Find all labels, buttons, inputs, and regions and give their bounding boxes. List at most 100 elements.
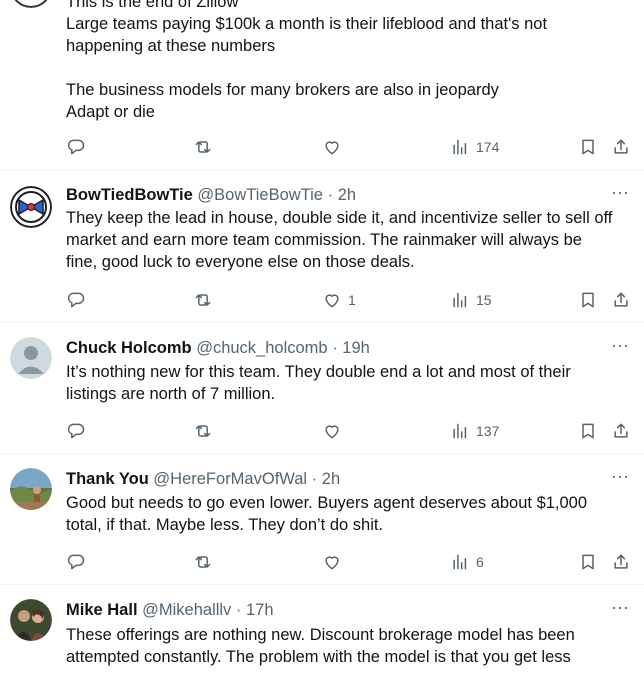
timestamp[interactable]: 19h xyxy=(342,339,370,357)
tweet-text: These offerings are nothing new. Discoun… xyxy=(66,624,631,668)
tweet-text-line: These offerings are nothing new. Discoun… xyxy=(66,626,575,644)
tweet-text-line: total, if that. Maybe less. They don’t d… xyxy=(66,516,384,534)
author-name[interactable]: Mike Hall xyxy=(66,601,138,619)
bookmark-button[interactable] xyxy=(578,419,598,443)
retweet-button[interactable] xyxy=(193,419,213,443)
share-icon xyxy=(614,554,628,569)
bookmark-button[interactable] xyxy=(578,135,598,159)
views-icon xyxy=(453,554,467,570)
tweet-header: BowTiedBowTie @BowTieBowTie · 2h xyxy=(66,184,356,206)
author-handle[interactable]: @Mikehalllv xyxy=(142,601,231,619)
share-button[interactable] xyxy=(611,419,631,443)
tweet-text-line: Good but needs to go even lower. Buyers … xyxy=(66,494,588,512)
views-icon xyxy=(453,423,467,439)
avatar[interactable] xyxy=(10,0,52,8)
author-name[interactable]: Chuck Holcomb xyxy=(66,339,192,357)
retweet-icon xyxy=(195,294,211,306)
more-options-button[interactable]: ··· xyxy=(610,598,630,621)
tweet-4[interactable]: Mike Hall @Mikehalllv · 17h ··· These of… xyxy=(0,598,644,675)
reply-icon xyxy=(67,139,85,155)
bookmark-icon xyxy=(582,423,594,439)
bookmark-button[interactable] xyxy=(578,550,598,574)
timestamp[interactable]: 2h xyxy=(322,470,340,488)
tweet-text-line: market and earn more team commission. Th… xyxy=(66,231,582,249)
more-options-button[interactable]: ··· xyxy=(610,467,630,490)
tweet-text-line: Adapt or die xyxy=(66,103,155,121)
reply-button[interactable] xyxy=(66,550,86,574)
retweet-button[interactable] xyxy=(193,135,213,159)
views-button[interactable]: 6 xyxy=(450,550,484,574)
views-button[interactable]: 15 xyxy=(450,288,492,312)
timestamp[interactable]: 17h xyxy=(246,601,274,619)
author-handle[interactable]: @HereForMavOfWal xyxy=(153,470,307,488)
reply-button[interactable] xyxy=(66,419,86,443)
tweet-text-line: They keep the lead in house, double side… xyxy=(66,209,613,227)
views-count: 15 xyxy=(476,292,492,308)
heart-icon xyxy=(325,425,339,439)
avatar[interactable] xyxy=(10,186,52,228)
tweet-text: This is the end of Zillow Large teams pa… xyxy=(66,0,631,123)
more-options-button[interactable]: ··· xyxy=(610,336,630,359)
tweet-actions: 174 xyxy=(0,135,644,159)
tweet-2[interactable]: Chuck Holcomb @chuck_holcomb · 19h ··· I… xyxy=(0,336,644,453)
author-name[interactable]: BowTiedBowTie xyxy=(66,186,193,204)
tweet-text-line: Large teams paying $100k a month is thei… xyxy=(66,15,548,33)
views-count: 6 xyxy=(476,554,484,570)
views-count: 137 xyxy=(476,423,500,439)
like-button[interactable] xyxy=(322,135,348,159)
avatar[interactable] xyxy=(10,337,52,379)
author-handle[interactable]: @chuck_holcomb xyxy=(196,339,327,357)
avatar[interactable] xyxy=(10,599,52,641)
tweet-actions: 1 15 xyxy=(0,288,644,312)
tweet-1[interactable]: BowTiedBowTie @BowTieBowTie · 2h ··· The… xyxy=(0,183,644,322)
tweet-text-line xyxy=(66,57,631,79)
like-button[interactable] xyxy=(322,550,348,574)
retweet-button[interactable] xyxy=(193,288,213,312)
reply-icon xyxy=(67,554,85,570)
tweet-3[interactable]: Thank You @HereForMavOfWal · 2h ··· Good… xyxy=(0,467,644,584)
share-button[interactable] xyxy=(611,550,631,574)
reply-icon xyxy=(67,423,85,439)
tweet-0[interactable]: This is the end of Zillow Large teams pa… xyxy=(0,0,644,170)
tweet-text-line: happening at these numbers xyxy=(66,37,276,55)
tweet-header: Chuck Holcomb @chuck_holcomb · 19h xyxy=(66,337,370,359)
author-handle[interactable]: @BowTieBowTie xyxy=(197,186,323,204)
separator: · xyxy=(311,470,318,488)
share-button[interactable] xyxy=(611,288,631,312)
bookmark-icon xyxy=(582,554,594,570)
separator: · xyxy=(332,339,338,357)
author-name[interactable]: Thank You xyxy=(66,470,149,488)
reply-button[interactable] xyxy=(66,135,86,159)
tweet-text-line: It’s nothing new for this team. They dou… xyxy=(66,363,571,381)
retweet-icon xyxy=(195,556,211,568)
retweet-icon xyxy=(195,141,211,153)
retweet-button[interactable] xyxy=(193,550,213,574)
like-button[interactable]: 1 xyxy=(322,288,356,312)
share-button[interactable] xyxy=(611,135,631,159)
share-icon xyxy=(614,292,628,307)
avatar[interactable] xyxy=(10,468,52,510)
tweet-text-line: listings are north of 7 million. xyxy=(66,385,276,403)
views-icon xyxy=(453,139,467,155)
reply-button[interactable] xyxy=(66,288,86,312)
views-icon xyxy=(453,292,467,308)
separator: · xyxy=(327,186,334,204)
like-button[interactable] xyxy=(322,419,348,443)
views-button[interactable]: 174 xyxy=(450,135,499,159)
bookmark-icon xyxy=(582,292,594,308)
retweet-icon xyxy=(195,425,211,437)
timestamp[interactable]: 2h xyxy=(338,186,356,204)
views-count: 174 xyxy=(476,139,500,155)
heart-icon xyxy=(325,141,339,155)
tweet-text: They keep the lead in house, double side… xyxy=(66,207,631,273)
views-button[interactable]: 137 xyxy=(450,419,499,443)
more-options-button[interactable]: ··· xyxy=(610,183,630,206)
divider xyxy=(0,170,644,171)
tweet-header: Mike Hall @Mikehalllv · 17h xyxy=(66,599,274,621)
bookmark-button[interactable] xyxy=(578,288,598,312)
tweet-text-line: attempted constantly. The problem with t… xyxy=(66,648,571,666)
tweet-text: It’s nothing new for this team. They dou… xyxy=(66,361,631,405)
tweet-text-line: fine, good luck to everyone else on thos… xyxy=(66,253,415,271)
tweet-actions: 6 xyxy=(0,550,644,574)
share-icon xyxy=(614,423,628,438)
